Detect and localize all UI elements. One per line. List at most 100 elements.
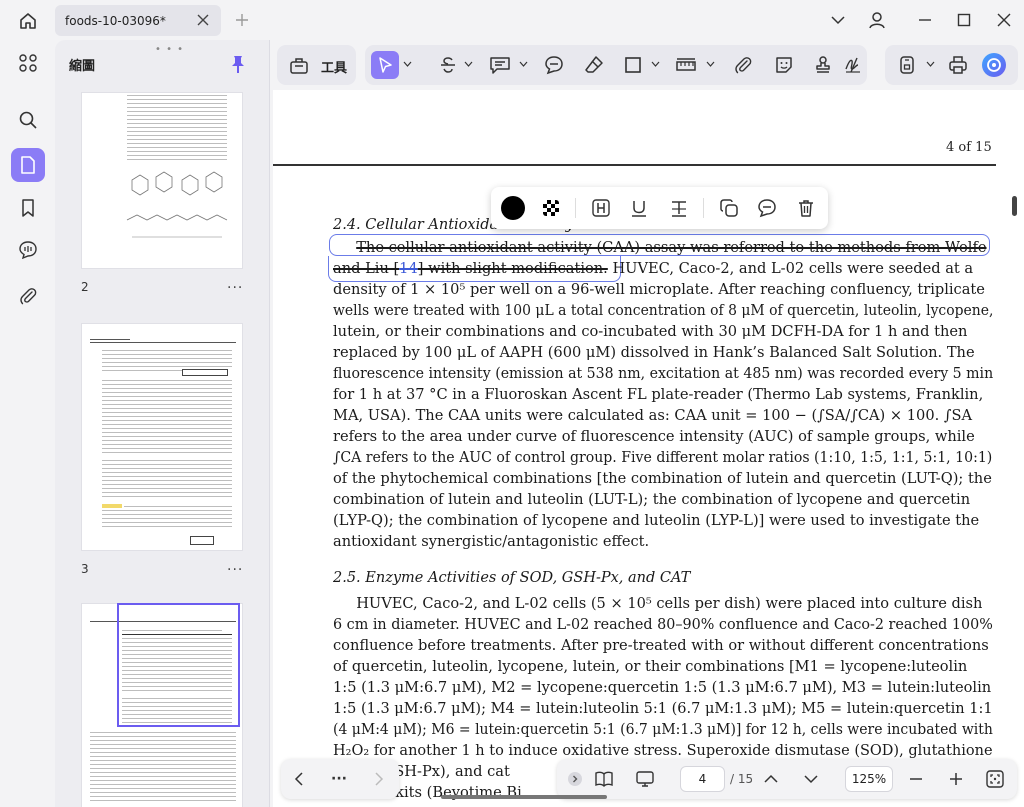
page-number-input[interactable]: 4 (680, 766, 725, 792)
annotation-tools-group (365, 45, 867, 85)
shape-tool-button[interactable] (619, 51, 647, 79)
new-tab-button[interactable] (232, 10, 252, 30)
signature-tool-button[interactable] (839, 51, 867, 79)
text-line: MA, USA). The CAA units were calculated … (333, 407, 973, 424)
tabs-dropdown-button[interactable] (827, 9, 849, 31)
close-tab-button[interactable] (195, 12, 211, 28)
close-window-button[interactable] (993, 9, 1015, 31)
attach-tool-button[interactable] (729, 51, 757, 79)
thumbnail-page-2[interactable] (81, 92, 243, 269)
comment-tool-dropdown[interactable] (518, 59, 528, 69)
text-line: lutein, or their combinations and co-inc… (333, 323, 968, 340)
tab-title: foods-10-03096* (65, 13, 166, 28)
comment-tool-button[interactable] (486, 51, 514, 79)
cursor-icon (379, 57, 392, 73)
apps-button[interactable] (11, 46, 45, 80)
left-rail (0, 40, 55, 807)
paperclip-icon (20, 288, 37, 305)
thumbnail-page-3[interactable] (81, 323, 243, 551)
select-tool-button[interactable] (371, 51, 399, 79)
close-icon (197, 14, 209, 26)
thumbnails-button[interactable] (11, 148, 45, 182)
fit-page-button[interactable] (983, 767, 1007, 791)
previous-page-button[interactable] (759, 767, 783, 791)
save-dropdown[interactable] (925, 59, 935, 69)
tools-label[interactable]: 工具 (321, 57, 347, 76)
delete-annotation-button[interactable] (792, 194, 820, 222)
bookmarks-button[interactable] (11, 191, 45, 225)
text-line: replaced by 100 μL of AAPH (600 μM) diss… (333, 344, 975, 361)
trash-icon (799, 200, 813, 217)
add-comment-button[interactable] (753, 194, 781, 222)
text-line: The cellular antioxidant activity (CAA) … (333, 238, 986, 258)
comments-button[interactable] (11, 233, 45, 267)
highlight-text-button[interactable] (587, 194, 615, 222)
text-line: confluence before treatments. After pre-… (333, 637, 989, 654)
text-line: of the phytochemical combinations [the c… (333, 470, 992, 487)
maximize-button[interactable] (953, 9, 975, 31)
tools-button[interactable] (285, 51, 313, 79)
chevron-circle-icon (568, 772, 582, 786)
account-button[interactable] (866, 9, 888, 31)
minimize-button[interactable] (914, 9, 936, 31)
copy-button[interactable] (715, 194, 743, 222)
note-tool-button[interactable] (540, 51, 568, 79)
minimize-icon (919, 19, 931, 21)
text-strike-button[interactable] (665, 194, 693, 222)
struck-text: ] with slight modification. (417, 260, 608, 277)
chevron-right-icon (375, 772, 384, 786)
highlight-tool-button[interactable] (580, 51, 608, 79)
pin-icon (232, 56, 244, 73)
attachments-button[interactable] (11, 279, 45, 313)
ai-assistant-button[interactable] (980, 51, 1008, 79)
stamp-tool-button[interactable] (809, 51, 837, 79)
text-line: HUVEC, Caco-2, and L-02 cells (5 × 10⁵ c… (333, 595, 983, 612)
thumbnail-more-button[interactable]: ... (227, 276, 243, 292)
reading-mode-button[interactable] (592, 767, 616, 791)
ruler-icon (676, 58, 696, 71)
thumbnail-more-button[interactable]: ... (227, 558, 243, 574)
shape-tool-dropdown[interactable] (650, 59, 660, 69)
vertical-scrollbar[interactable] (1012, 196, 1017, 216)
current-view-frame[interactable] (117, 603, 240, 727)
save-icon (900, 56, 914, 74)
text-line: for 1 h at 37 °C in a Fluoroskan Ascent … (333, 386, 984, 403)
zoom-in-button[interactable] (944, 767, 968, 791)
measure-tool-button[interactable] (672, 51, 700, 79)
opacity-button[interactable] (537, 194, 565, 222)
color-picker-button[interactable] (499, 194, 527, 222)
text-strike-icon (672, 201, 686, 217)
previous-button[interactable] (287, 767, 311, 791)
search-button[interactable] (11, 103, 45, 137)
zoom-level[interactable]: 125% (845, 766, 893, 792)
print-button[interactable] (944, 51, 972, 79)
panel-resize-grip[interactable]: • • • (155, 44, 184, 55)
strikethrough-dropdown[interactable] (463, 59, 473, 69)
save-button[interactable] (893, 51, 921, 79)
underline-button[interactable] (625, 194, 653, 222)
presentation-button[interactable] (633, 767, 657, 791)
collapse-nav-button[interactable] (563, 767, 587, 791)
more-options-button[interactable]: ··· (327, 767, 351, 791)
page-nav-left: ··· (281, 759, 399, 799)
pin-panel-button[interactable] (229, 54, 247, 74)
user-icon (869, 12, 885, 29)
text-span: HUVEC, Caco-2, and L-02 cells were seede… (607, 260, 974, 277)
next-page-button[interactable] (799, 767, 823, 791)
home-button[interactable] (10, 6, 46, 36)
chevron-down-icon (706, 61, 714, 67)
measure-tool-dropdown[interactable] (705, 59, 715, 69)
next-button[interactable] (367, 767, 391, 791)
utility-group (885, 45, 1018, 85)
text-span (333, 239, 356, 256)
copy-icon (720, 199, 738, 217)
document-tab[interactable]: foods-10-03096* (55, 5, 221, 36)
zoom-out-button[interactable] (904, 767, 928, 791)
text-line: 1:5 (1.3 μM:6.7 μM); M4 = lutein:luteoli… (333, 700, 993, 717)
strikethrough-tool-button[interactable] (434, 51, 462, 79)
chevron-down-icon (804, 775, 818, 784)
select-tool-dropdown[interactable] (402, 59, 412, 69)
sticker-tool-button[interactable] (770, 51, 798, 79)
section-heading: 2.5. Enzyme Activities of SOD, GSH-Px, a… (333, 570, 691, 586)
horizontal-scrollbar[interactable] (441, 795, 607, 799)
